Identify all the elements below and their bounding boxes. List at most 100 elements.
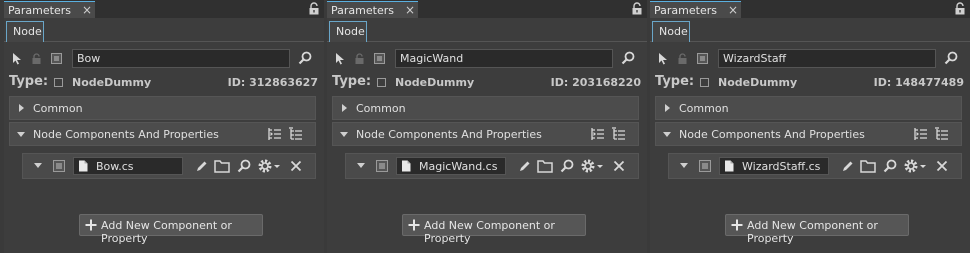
tab-parameters[interactable]: Parameters × <box>4 1 95 18</box>
search-icon[interactable] <box>883 159 897 173</box>
expand-all-icon[interactable] <box>268 127 282 141</box>
component-enabled-checkbox[interactable] <box>699 160 711 172</box>
collapse-arrow-icon[interactable] <box>663 132 671 137</box>
folder-icon[interactable] <box>537 159 553 173</box>
section-common[interactable]: Common <box>655 96 962 120</box>
collapse-arrow-icon[interactable] <box>17 132 25 137</box>
section-common-label: Common <box>679 102 729 115</box>
enabled-checkbox[interactable] <box>374 53 385 64</box>
collapse-arrow-icon[interactable] <box>340 132 348 137</box>
file-icon <box>402 160 411 172</box>
component-collapse-arrow-icon[interactable] <box>680 163 688 168</box>
add-component-label: Add New Component or Property <box>424 219 555 245</box>
component-file-field[interactable]: WizardStaff.cs <box>719 157 829 175</box>
search-icon[interactable] <box>621 51 635 65</box>
edit-pencil-icon[interactable] <box>518 160 531 173</box>
type-checkbox[interactable] <box>54 78 63 87</box>
section-common-label: Common <box>356 102 406 115</box>
expand-arrow-icon[interactable] <box>19 104 24 112</box>
enabled-checkbox[interactable] <box>51 53 62 64</box>
section-common[interactable]: Common <box>9 96 316 120</box>
lock-icon[interactable] <box>631 2 643 15</box>
tab-close-icon[interactable]: × <box>728 3 738 17</box>
expand-all-icon[interactable] <box>591 127 605 141</box>
edit-pencil-icon[interactable] <box>841 160 854 173</box>
gear-icon[interactable] <box>257 158 281 174</box>
plus-icon <box>408 219 420 231</box>
close-icon[interactable] <box>936 160 948 172</box>
section-node-components[interactable]: Node Components And Properties <box>332 122 639 146</box>
close-icon[interactable] <box>290 160 302 172</box>
type-checkbox[interactable] <box>377 78 386 87</box>
type-checkbox[interactable] <box>700 78 709 87</box>
component-row: WizardStaff.cs <box>668 153 962 179</box>
tab-close-icon[interactable]: × <box>405 3 415 17</box>
component-enabled-checkbox[interactable] <box>53 160 65 172</box>
node-name-field[interactable] <box>718 49 936 68</box>
unlock-icon[interactable] <box>31 53 42 65</box>
section-node-components-label: Node Components And Properties <box>679 128 865 141</box>
expand-all-icon[interactable] <box>914 127 928 141</box>
expand-arrow-icon[interactable] <box>342 104 347 112</box>
collapse-all-icon[interactable] <box>935 127 949 141</box>
unlock-icon[interactable] <box>677 53 688 65</box>
collapse-all-icon[interactable] <box>289 127 303 141</box>
tab-node[interactable]: Node <box>329 21 367 42</box>
panel-tabbar: Parameters × <box>650 0 970 18</box>
component-row: MagicWand.cs <box>345 153 639 179</box>
component-collapse-arrow-icon[interactable] <box>357 163 365 168</box>
type-label: Type: <box>332 74 372 89</box>
select-arrow-icon[interactable] <box>658 52 668 65</box>
add-component-button[interactable]: Add New Component or Property <box>725 214 909 245</box>
node-name-input[interactable] <box>719 50 935 67</box>
type-row: Type: NodeDummy ID: 148477489 <box>650 73 970 93</box>
close-icon[interactable] <box>613 160 625 172</box>
section-node-components-label: Node Components And Properties <box>356 128 542 141</box>
search-icon[interactable] <box>237 159 251 173</box>
tab-parameters[interactable]: Parameters × <box>327 1 418 18</box>
add-component-button[interactable]: Add New Component or Property <box>79 214 263 245</box>
section-common[interactable]: Common <box>332 96 639 120</box>
folder-icon[interactable] <box>214 159 230 173</box>
component-file-name: WizardStaff.cs <box>742 160 821 173</box>
gear-icon[interactable] <box>903 158 927 174</box>
expand-arrow-icon[interactable] <box>665 104 670 112</box>
search-icon[interactable] <box>298 51 312 65</box>
tab-parameters[interactable]: Parameters × <box>650 1 741 18</box>
unlock-icon[interactable] <box>354 53 365 65</box>
section-common-label: Common <box>33 102 83 115</box>
select-arrow-icon[interactable] <box>335 52 345 65</box>
collapse-all-icon[interactable] <box>612 127 626 141</box>
lock-icon[interactable] <box>954 2 966 15</box>
node-name-input[interactable] <box>396 50 612 67</box>
gear-icon[interactable] <box>580 158 604 174</box>
enabled-checkbox[interactable] <box>697 53 708 64</box>
node-name-field[interactable] <box>72 49 290 68</box>
node-toolbar <box>650 44 970 72</box>
node-id: ID: 203168220 <box>550 76 641 89</box>
node-name-input[interactable] <box>73 50 289 67</box>
tab-node[interactable]: Node <box>652 21 690 42</box>
lock-icon[interactable] <box>308 2 320 15</box>
search-icon[interactable] <box>944 51 958 65</box>
tab-close-icon[interactable]: × <box>82 3 92 17</box>
component-collapse-arrow-icon[interactable] <box>34 163 42 168</box>
file-icon <box>725 160 734 172</box>
component-file-field[interactable]: Bow.cs <box>73 157 183 175</box>
node-id: ID: 148477489 <box>873 76 964 89</box>
edit-pencil-icon[interactable] <box>195 160 208 173</box>
node-tabbar: Node <box>4 18 324 42</box>
tab-node-label: Node <box>13 25 42 38</box>
component-file-field[interactable]: MagicWand.cs <box>396 157 506 175</box>
section-node-components[interactable]: Node Components And Properties <box>9 122 316 146</box>
search-icon[interactable] <box>560 159 574 173</box>
folder-icon[interactable] <box>860 159 876 173</box>
component-enabled-checkbox[interactable] <box>376 160 388 172</box>
tab-title: Parameters <box>654 4 717 17</box>
node-name-field[interactable] <box>395 49 613 68</box>
tab-node[interactable]: Node <box>6 21 44 42</box>
add-component-button[interactable]: Add New Component or Property <box>402 214 586 245</box>
node-toolbar <box>327 44 647 72</box>
section-node-components[interactable]: Node Components And Properties <box>655 122 962 146</box>
select-arrow-icon[interactable] <box>12 52 22 65</box>
